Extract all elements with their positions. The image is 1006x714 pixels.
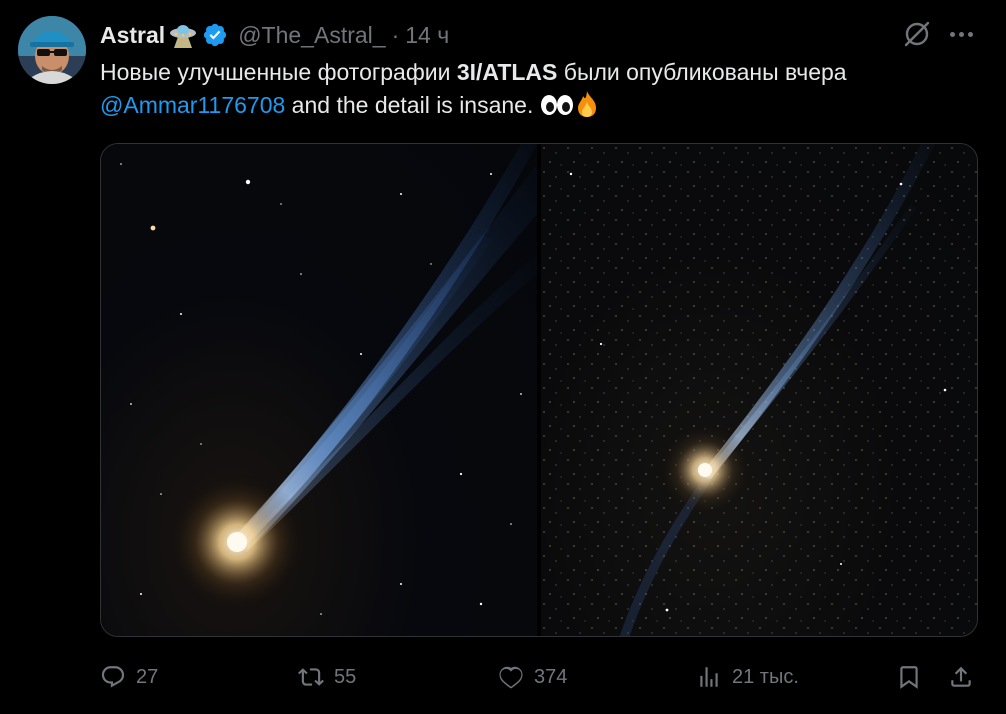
media-grid[interactable] <box>100 143 978 637</box>
ufo-emoji <box>168 20 198 50</box>
tweet-text-part: Новые улучшенные фотографии <box>100 59 457 85</box>
comet-photo-right[interactable] <box>541 144 977 636</box>
views-count: 21 тыс. <box>732 665 799 688</box>
tweet-header: Astral @The_Astral_ · 14 ч <box>100 18 449 52</box>
more-dot <box>967 31 973 37</box>
views-button[interactable]: 21 тыс. <box>696 660 799 694</box>
more-dot <box>949 31 955 37</box>
display-name[interactable]: Astral <box>100 22 165 49</box>
verified-badge-icon[interactable] <box>202 22 228 48</box>
eyes-emoji <box>540 92 574 115</box>
fire-emoji <box>574 90 600 118</box>
tweet-text-part: and the detail is insane. <box>285 92 540 118</box>
retweet-count: 55 <box>334 665 357 688</box>
like-button[interactable]: 374 <box>498 660 567 694</box>
bookmark-button[interactable] <box>896 660 922 694</box>
handle[interactable]: @The_Astral_ <box>238 22 385 49</box>
timestamp[interactable]: 14 ч <box>405 22 449 49</box>
like-count: 374 <box>534 665 568 688</box>
tweet: Astral @The_Astral_ · 14 ч Новые улучшен… <box>0 0 1006 714</box>
comet-photo-left[interactable] <box>101 144 537 636</box>
separator-dot: · <box>391 21 400 48</box>
reply-count: 27 <box>136 665 159 688</box>
retweet-icon <box>298 668 324 686</box>
mention-link[interactable]: @Ammar1176708 <box>100 92 285 118</box>
reply-icon <box>101 666 125 688</box>
views-icon <box>700 667 718 687</box>
action-bar: 27 55 374 21 тыс. <box>100 660 980 694</box>
avatar[interactable] <box>18 16 86 84</box>
retweet-button[interactable]: 55 <box>298 660 356 694</box>
share-icon <box>951 666 971 687</box>
bookmark-icon <box>900 666 918 689</box>
more-dot <box>958 31 964 37</box>
like-icon <box>499 666 523 689</box>
tweet-text: Новые улучшенные фотографии 3I/ATLAS был… <box>100 56 980 122</box>
reply-button[interactable]: 27 <box>100 660 158 694</box>
tweet-text-bold: 3I/ATLAS <box>456 59 558 85</box>
avatar-image <box>18 16 86 84</box>
more-icon[interactable] <box>946 22 976 46</box>
tweet-text-part: были опубликованы вчера <box>557 59 847 85</box>
share-button[interactable] <box>948 660 974 694</box>
grok-icon[interactable] <box>902 19 932 49</box>
